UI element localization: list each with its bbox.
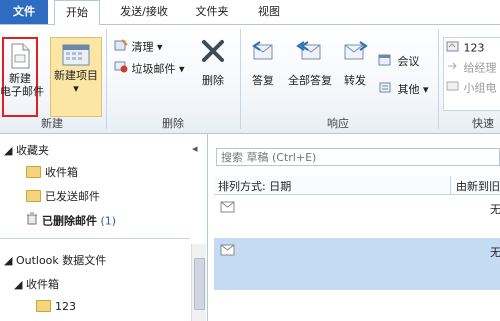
sort-order[interactable]: 由新到旧 bbox=[456, 178, 500, 194]
clean-up-label: 清理 ▾ bbox=[131, 40, 163, 54]
delete-label: 删除 bbox=[202, 74, 224, 87]
new-email-label-2: 电子邮件 bbox=[0, 85, 44, 98]
group-label-respond: 响应 bbox=[327, 117, 349, 130]
draft-envelope-icon bbox=[220, 244, 236, 256]
reply-label: 答复 bbox=[252, 74, 274, 87]
folder-icon bbox=[26, 166, 41, 178]
quick-steps-gallery: 123 给经理 小组电 bbox=[443, 37, 500, 111]
more-label: 其他 ▾ bbox=[397, 83, 429, 96]
group-label-new: 新建 bbox=[41, 117, 63, 130]
header-divider bbox=[450, 176, 451, 194]
group-separator bbox=[438, 29, 439, 129]
group-label-delete: 删除 bbox=[162, 117, 184, 130]
sort-by-date[interactable]: 排列方式: 日期 bbox=[218, 178, 291, 194]
new-email-button[interactable]: 新建 电子邮件 bbox=[0, 37, 44, 117]
list-header: 排列方式: 日期 由新到旧 bbox=[214, 176, 500, 195]
fav-sent-label: 已发送邮件 bbox=[45, 190, 100, 203]
forward-icon bbox=[342, 39, 368, 66]
nav-divider bbox=[0, 238, 190, 239]
quick-step-team-email-label: 小组电 bbox=[463, 81, 497, 95]
tab-view[interactable]: 视图 bbox=[246, 0, 292, 24]
calendar-icon bbox=[62, 42, 90, 69]
tab-folder[interactable]: 文件夹 bbox=[186, 0, 238, 24]
junk-icon bbox=[114, 61, 128, 78]
data-file-inbox-label: ◢ 收件箱 bbox=[14, 278, 59, 291]
quick-step-123[interactable]: 123 bbox=[446, 40, 485, 56]
list-item-subject: 无 bbox=[490, 246, 500, 259]
fav-deleted[interactable]: 已删除邮件 (1) bbox=[26, 212, 116, 230]
fav-inbox-label: 收件箱 bbox=[45, 166, 78, 179]
new-items-dropdown-icon: ▾ bbox=[73, 82, 79, 95]
group-separator bbox=[240, 29, 241, 129]
quick-step-to-manager[interactable]: 给经理 bbox=[446, 60, 497, 76]
junk-button[interactable]: 垃圾邮件 ▾ bbox=[114, 61, 185, 77]
data-file-inbox[interactable]: ◢ 收件箱 bbox=[14, 276, 59, 294]
clean-up-button[interactable]: 清理 ▾ bbox=[114, 39, 163, 55]
ribbon-tab-bar: 文件 开始 发送/接收 文件夹 视图 bbox=[0, 0, 500, 26]
team-email-icon bbox=[446, 80, 460, 97]
quick-step-icon bbox=[446, 40, 460, 57]
collapse-nav-icon[interactable]: ◂ bbox=[192, 140, 198, 158]
favorites-header[interactable]: ◢ 收藏夹 bbox=[4, 142, 49, 160]
fav-inbox[interactable]: 收件箱 bbox=[26, 164, 78, 182]
folder-icon bbox=[36, 300, 51, 312]
list-item-subject: 无 bbox=[490, 203, 500, 216]
reply-button[interactable]: 答复 bbox=[244, 39, 282, 87]
search-input[interactable]: 搜索 草稿 (Ctrl+E) bbox=[216, 148, 500, 166]
forward-label: 转发 bbox=[344, 74, 366, 87]
fav-sent[interactable]: 已发送邮件 bbox=[26, 188, 100, 206]
delete-button[interactable]: 删除 bbox=[193, 39, 233, 87]
quick-step-team-email[interactable]: 小组电 bbox=[446, 80, 497, 96]
more-button[interactable]: 其他 ▾ bbox=[378, 81, 429, 97]
new-items-label: 新建项目 bbox=[54, 69, 98, 82]
draft-envelope-icon bbox=[220, 201, 236, 213]
nav-scrollbar[interactable] bbox=[191, 244, 206, 321]
folder-123[interactable]: 123 bbox=[36, 298, 76, 316]
junk-label: 垃圾邮件 ▾ bbox=[131, 62, 185, 76]
ribbon: 新建 电子邮件 新建项目 ▾ 新建 清理 ▾ 垃圾邮件 ▾ 删除 删除 答复 全… bbox=[0, 25, 500, 134]
quick-step-to-manager-label: 给经理 bbox=[463, 61, 497, 75]
reply-all-button[interactable]: 全部答复 bbox=[284, 39, 336, 87]
quick-step-123-label: 123 bbox=[463, 41, 485, 55]
clean-up-icon bbox=[114, 39, 128, 56]
reply-all-icon bbox=[296, 39, 324, 66]
meeting-button[interactable]: 会议 bbox=[378, 53, 420, 69]
more-icon bbox=[378, 81, 394, 99]
delete-icon bbox=[200, 39, 226, 66]
new-email-icon bbox=[9, 43, 31, 72]
tab-send-receive[interactable]: 发送/接收 bbox=[108, 0, 180, 24]
reply-icon bbox=[250, 39, 276, 66]
data-file-header[interactable]: ◢ Outlook 数据文件 bbox=[4, 252, 106, 270]
folder-icon bbox=[26, 190, 41, 202]
trash-icon bbox=[26, 212, 38, 231]
meeting-icon bbox=[378, 53, 394, 71]
fav-deleted-label: 已删除邮件 bbox=[42, 214, 97, 228]
reply-all-label: 全部答复 bbox=[288, 74, 332, 87]
meeting-label: 会议 bbox=[397, 55, 420, 68]
group-separator bbox=[106, 29, 107, 129]
message-list: 搜索 草稿 (Ctrl+E) 排列方式: 日期 由新到旧 无 无 bbox=[214, 134, 500, 321]
forward-button[interactable]: 转发 bbox=[338, 39, 372, 87]
new-email-label-1: 新建 bbox=[9, 72, 31, 85]
tab-file[interactable]: 文件 bbox=[0, 0, 48, 24]
to-manager-icon bbox=[446, 60, 460, 77]
tab-home[interactable]: 开始 bbox=[54, 0, 100, 26]
navigation-pane: ◂ ◢ 收藏夹 收件箱 已发送邮件 已删除邮件 (1) ◢ Outlook 数据… bbox=[0, 134, 208, 321]
list-item[interactable]: 无 bbox=[214, 238, 500, 290]
group-label-quick-steps: 快速 bbox=[472, 117, 494, 130]
fav-deleted-count: (1) bbox=[100, 214, 117, 228]
nav-scrollbar-thumb[interactable] bbox=[194, 258, 205, 310]
folder-123-label: 123 bbox=[55, 300, 76, 313]
new-items-button[interactable]: 新建项目 ▾ bbox=[50, 37, 102, 117]
